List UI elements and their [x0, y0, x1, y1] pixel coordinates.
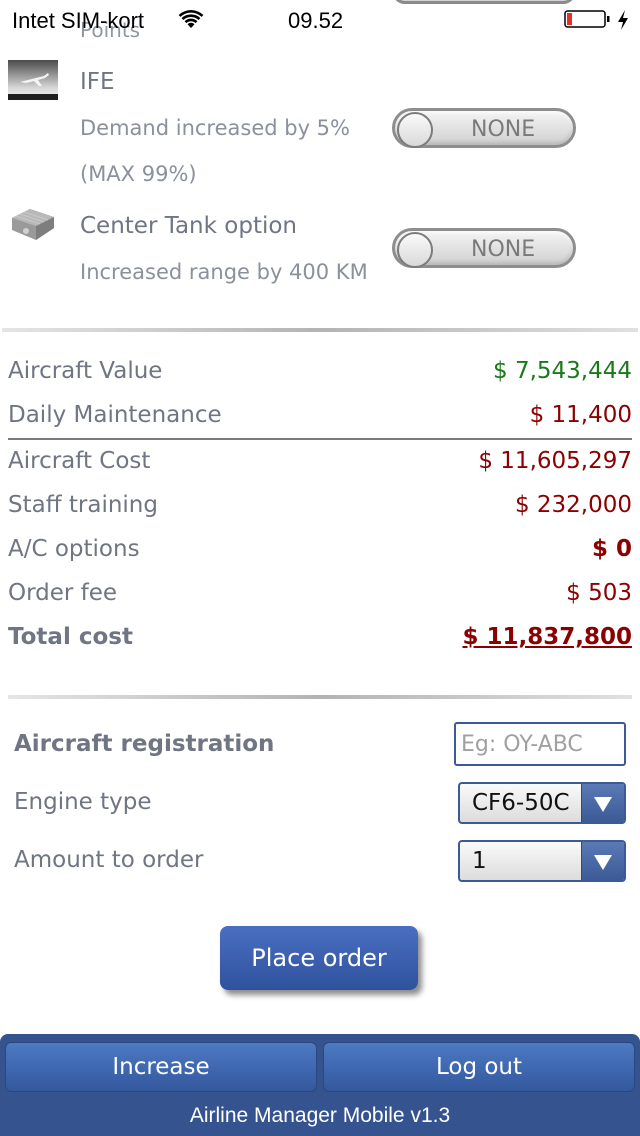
toggle-label: NONE	[471, 237, 536, 262]
option-title: Center Tank option	[80, 213, 297, 239]
battery-icon	[564, 10, 610, 28]
section-divider	[8, 695, 632, 699]
aircraft-value-amount: $ 7,543,444	[493, 358, 632, 384]
toggle-knob[interactable]	[397, 232, 433, 268]
row-label: Order fee	[8, 580, 118, 606]
ife-toggle[interactable]: NONE	[392, 108, 576, 148]
row-label: A/C options	[8, 536, 140, 562]
order-fee-amount: $ 503	[566, 580, 632, 606]
row-label: Aircraft Value	[8, 358, 163, 384]
logout-button[interactable]: Log out	[323, 1042, 635, 1092]
row-label: Staff training	[8, 492, 158, 518]
footer-bar: Increase Log out Airline Manager Mobile …	[0, 1034, 640, 1136]
center-tank-icon	[12, 209, 54, 240]
engine-type-label: Engine type	[14, 789, 152, 815]
clock: 09.52	[288, 8, 344, 33]
row-label: Total cost	[8, 624, 133, 650]
row-total-cost: Total cost $ 11,837,800	[8, 618, 632, 662]
row-ac-options: A/C options $ 0	[8, 530, 632, 574]
section-divider	[2, 328, 638, 332]
ife-airplane-icon	[8, 60, 58, 100]
daily-maintenance-amount: $ 11,400	[529, 402, 632, 428]
charging-bolt-icon	[618, 10, 628, 30]
aircraft-cost-amount: $ 11,605,297	[478, 448, 632, 474]
option-description: Demand increased by 5%	[80, 116, 350, 140]
dropdown-arrow-icon[interactable]	[581, 784, 624, 822]
center-tank-toggle[interactable]: NONE	[392, 228, 576, 268]
toggle-label: NONE	[471, 117, 536, 142]
row-label: Aircraft Cost	[8, 448, 151, 474]
registration-input[interactable]	[454, 722, 626, 766]
app-version: Airline Manager Mobile v1.3	[189, 1104, 451, 1127]
row-staff-training: Staff training $ 232,000	[8, 486, 632, 530]
increase-button[interactable]: Increase	[5, 1042, 317, 1092]
total-cost-amount: $ 11,837,800	[462, 624, 632, 650]
ac-options-amount: $ 0	[591, 536, 632, 562]
row-divider	[8, 438, 632, 440]
row-aircraft-value: Aircraft Value $ 7,543,444	[8, 352, 632, 396]
engine-type-value: CF6-50C	[472, 790, 570, 816]
engine-type-select[interactable]: CF6-50C	[458, 782, 626, 824]
registration-label: Aircraft registration	[14, 731, 275, 757]
option-description-line2: (MAX 99%)	[80, 162, 197, 186]
wifi-icon	[178, 10, 204, 28]
row-daily-maintenance: Daily Maintenance $ 11,400	[8, 396, 632, 440]
row-aircraft-cost: Aircraft Cost $ 11,605,297	[8, 442, 632, 486]
option-title: IFE	[80, 69, 115, 95]
amount-select[interactable]: 1	[458, 840, 626, 882]
row-label: Daily Maintenance	[8, 402, 222, 428]
amount-value: 1	[472, 848, 487, 874]
place-order-button[interactable]: Place order	[220, 926, 418, 990]
row-order-fee: Order fee $ 503	[8, 574, 632, 618]
carrier-name: Intet SIM-kort	[12, 8, 145, 33]
dropdown-arrow-icon[interactable]	[581, 842, 624, 880]
option-description: Increased range by 400 KM	[80, 260, 368, 284]
toggle-knob[interactable]	[397, 112, 433, 148]
status-bar: Intet SIM-kort 09.52	[0, 0, 640, 40]
amount-label: Amount to order	[14, 847, 204, 873]
staff-training-amount: $ 232,000	[514, 492, 632, 518]
